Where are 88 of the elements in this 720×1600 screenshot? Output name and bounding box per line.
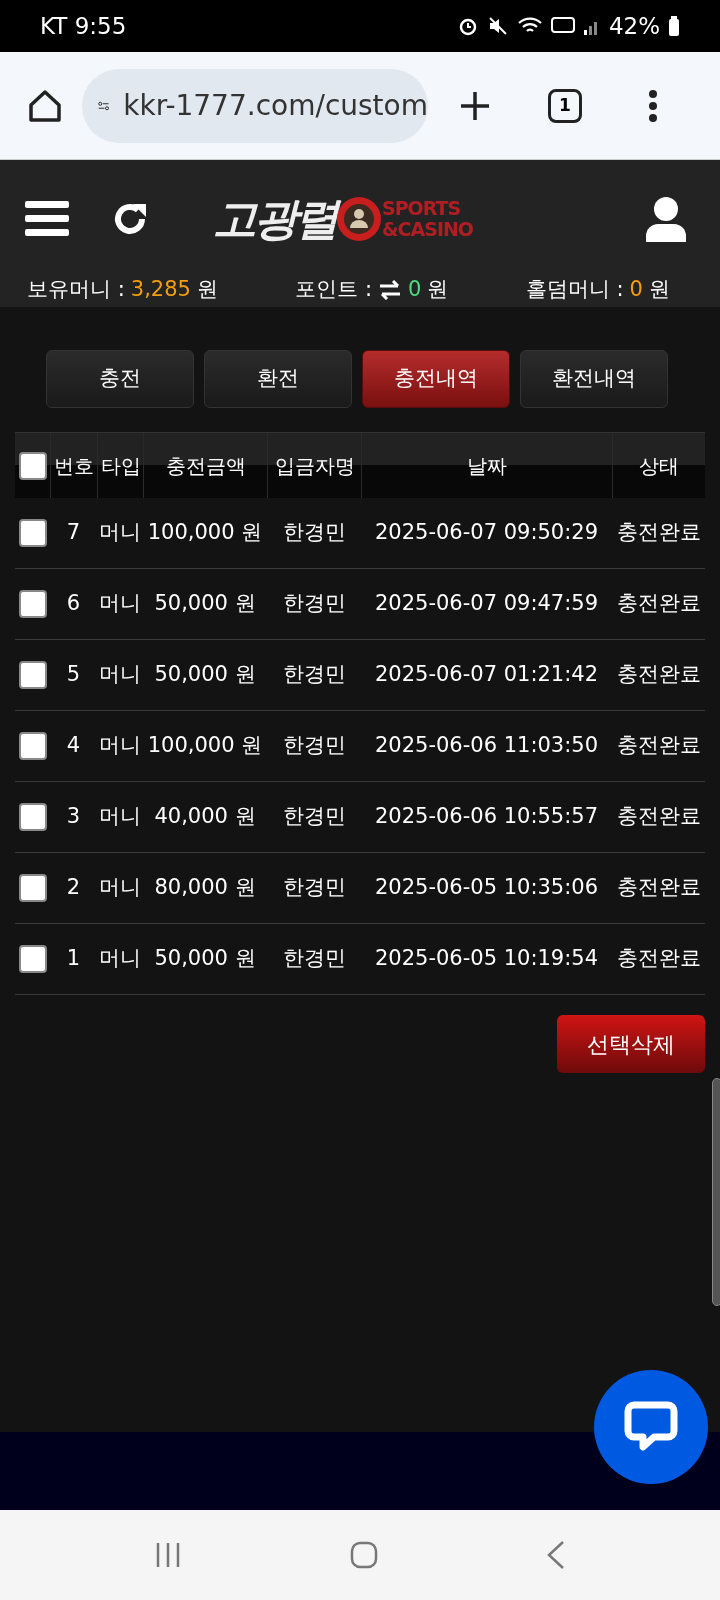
chat-icon — [624, 1401, 678, 1453]
back-icon[interactable] — [546, 1540, 566, 1570]
checkbox[interactable] — [18, 945, 47, 973]
table-cell-text: 2025-06-06 11:03:50 — [374, 732, 598, 760]
table-cell-text: 머니 — [99, 519, 141, 547]
logo-subtitle: &CASINO — [382, 219, 474, 240]
column-header[interactable]: 번호 — [54, 450, 94, 481]
table-cell-text: 머니 — [99, 590, 141, 618]
table-cell-text: 2025-06-06 10:55:57 — [374, 803, 598, 831]
checkbox[interactable] — [18, 451, 47, 480]
balance-unit: 원 — [427, 276, 449, 303]
table-cell-text: 충전완료 — [616, 874, 701, 902]
balance-label: 보유머니 : — [27, 276, 125, 303]
column-header[interactable]: 충전금액 — [165, 450, 246, 481]
table-cell-text: 한경민 — [282, 945, 346, 973]
exchange-icon[interactable] — [378, 279, 403, 300]
url-text: kkr-1777.com/custom — [123, 87, 428, 124]
column-header[interactable]: 상태 — [639, 450, 679, 481]
table-cell-text: 충전완료 — [616, 519, 701, 547]
table-cell-text: 한경민 — [282, 661, 346, 689]
tab[interactable]: 충전내역 — [362, 350, 510, 408]
table-cell-text: 한경민 — [282, 590, 346, 618]
table-cell-text: 머니 — [99, 732, 141, 760]
delete-selected-button[interactable]: 선택삭제 — [557, 1015, 705, 1073]
table-cell-text: 100,000 원 — [147, 732, 263, 760]
recent-apps-icon[interactable] — [154, 1541, 182, 1569]
table-cell-text: 50,000 원 — [154, 945, 256, 973]
tab-count[interactable]: 1 — [548, 88, 582, 123]
table-cell-text: 2025-06-07 09:50:29 — [374, 519, 598, 547]
table-cell-text: 7 — [66, 519, 81, 547]
table-cell-text: 3 — [66, 803, 81, 831]
balance-label: 포인트 : — [295, 276, 373, 303]
column-header[interactable]: 날짜 — [467, 450, 507, 481]
table-cell-text: 한경민 — [282, 803, 346, 831]
table-cell-text: 한경민 — [282, 732, 346, 760]
scrollbar[interactable] — [712, 1078, 720, 1306]
table-cell-text: 1 — [66, 945, 81, 973]
table-cell-text: 4 — [66, 732, 81, 760]
table-cell-text: 한경민 — [282, 519, 346, 547]
column-header[interactable]: 입금자명 — [274, 450, 355, 481]
table-cell-text: 머니 — [99, 945, 141, 973]
mute-icon — [486, 15, 509, 37]
table-cell-text: 50,000 원 — [154, 590, 256, 618]
table-cell-text: 충전완료 — [616, 945, 701, 973]
menu-icon[interactable] — [25, 200, 69, 238]
balance-label: 홀덤머니 : — [525, 276, 624, 303]
column-header[interactable]: 타입 — [100, 450, 141, 481]
table-cell-text: 머니 — [99, 803, 141, 831]
balance-value: 0 — [408, 276, 422, 303]
table-cell-text: 2025-06-05 10:35:06 — [374, 874, 598, 902]
table-cell-text: 2025-06-07 09:47:59 — [374, 590, 598, 618]
checkbox[interactable] — [18, 732, 47, 760]
table-cell-text: 한경민 — [282, 874, 346, 902]
table-cell-text: 2 — [66, 874, 81, 902]
url-field[interactable]: kkr-1777.com/custom — [82, 68, 428, 143]
more-menu-icon[interactable] — [648, 88, 658, 123]
table-cell-text: 40,000 원 — [154, 803, 256, 831]
user-icon[interactable] — [645, 196, 687, 242]
table-cell-text: 5 — [66, 661, 81, 689]
table-cell-text: 50,000 원 — [154, 661, 256, 689]
table-cell-text: 100,000 원 — [147, 519, 263, 547]
tab[interactable]: 환전내역 — [520, 350, 668, 408]
home-button-icon[interactable] — [350, 1541, 378, 1569]
table-cell-text: 충전완료 — [616, 803, 701, 831]
checkbox[interactable] — [18, 519, 47, 547]
table-cell-text: 6 — [66, 590, 81, 618]
battery-percent: 42% — [608, 11, 660, 41]
tab[interactable]: 충전 — [46, 350, 194, 408]
table-cell-text: 충전완료 — [616, 661, 701, 689]
checkbox[interactable] — [18, 661, 47, 689]
status-time: KT 9:55 — [40, 11, 127, 41]
table-cell-text: 머니 — [99, 874, 141, 902]
table-cell-text: 2025-06-05 10:19:54 — [374, 945, 598, 973]
checkbox[interactable] — [18, 590, 47, 618]
table-cell-text: 충전완료 — [616, 590, 701, 618]
balance-unit: 원 — [196, 276, 218, 303]
tab[interactable]: 환전 — [204, 350, 352, 408]
checkbox[interactable] — [18, 803, 47, 831]
balance-value: 3,285 — [130, 276, 191, 303]
checkbox[interactable] — [18, 874, 47, 902]
logo-subtitle: SPORTS — [382, 198, 462, 219]
battery-icon — [668, 15, 680, 37]
table-cell-text: 80,000 원 — [154, 874, 256, 902]
balance-value: 0 — [629, 276, 643, 303]
table-cell-text: 머니 — [99, 661, 141, 689]
table-cell-text: 충전완료 — [616, 732, 701, 760]
table-cell-text: 2025-06-07 01:21:42 — [374, 661, 598, 689]
balance-unit: 원 — [649, 276, 670, 303]
